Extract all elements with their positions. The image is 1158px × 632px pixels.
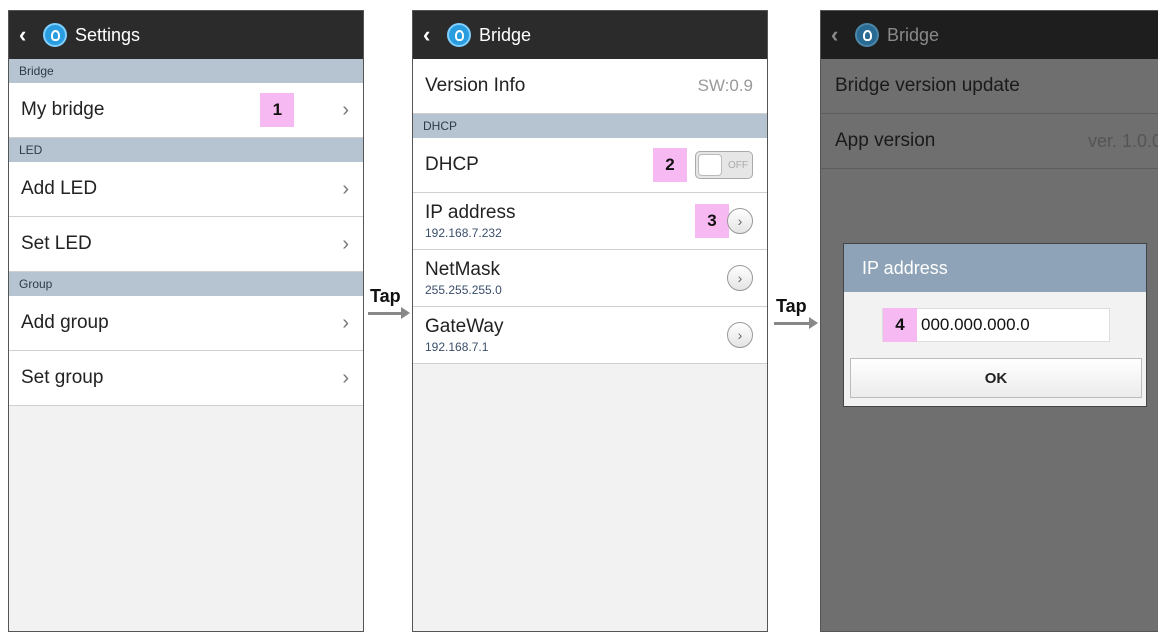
action-bar: ‹ Bridge [413,11,767,59]
list-item-add-group[interactable]: Add group › [9,296,363,351]
gateway-label: GateWay [425,316,504,337]
back-arrow-icon[interactable]: ‹ [19,22,37,48]
ok-button[interactable]: OK [850,358,1142,398]
list-item-my-bridge[interactable]: My bridge 1 › [9,83,363,138]
dhcp-label: DHCP [425,154,479,175]
app-bulb-icon [43,23,67,47]
gateway-value: 192.168.7.1 [425,340,489,354]
netmask-value: 255.255.255.0 [425,283,502,297]
gateway-text: GateWay 192.168.7.1 [425,316,727,354]
section-header-bridge: Bridge [9,59,363,83]
circle-chevron-icon[interactable]: › [727,265,753,291]
netmask-text: NetMask 255.255.255.0 [425,259,727,297]
app-bulb-icon [447,23,471,47]
back-arrow-icon[interactable]: ‹ [423,22,441,48]
version-value: SW:0.9 [697,76,753,95]
settings-screen: ‹ Settings Bridge My bridge 1 › LED Add … [8,10,364,632]
list-item-set-led[interactable]: Set LED › [9,217,363,272]
chevron-right-icon: › [342,311,349,334]
bridge-screen: ‹ Bridge Version Info SW:0.9 DHCP DHCP 2… [412,10,768,632]
list-item-set-group[interactable]: Set group › [9,351,363,406]
app-version-row: App version ver. 1.0.0 [821,114,1158,169]
app-bulb-icon [855,23,879,47]
step-badge-4: 4 [883,308,917,342]
version-info-row: Version Info SW:0.9 [413,59,767,114]
tap-label-2: Tap [776,296,807,316]
step-badge-2: 2 [653,148,687,182]
toggle-state: OFF [728,159,748,171]
arrow-right-icon [774,317,818,329]
gateway-row[interactable]: GateWay 192.168.7.1 › [413,307,767,364]
bridge-dialog-screen: ‹ Bridge Bridge version update App versi… [820,10,1158,632]
tap-label-1: Tap [370,286,401,306]
screen-title: Bridge [479,24,532,45]
screen-title: Settings [75,24,141,45]
dhcp-toggle-switch[interactable]: OFF [695,151,753,179]
chevron-right-icon: › [342,177,349,200]
ip-address-dialog: IP address 4 000.000.000.0 OK [843,243,1147,407]
item-label: My bridge [21,99,105,120]
ip-address-text: IP address 192.168.7.232 [425,202,695,240]
circle-chevron-icon[interactable]: › [727,208,753,234]
ip-address-value: 192.168.7.232 [425,226,502,240]
arrow-right-icon [368,307,410,319]
ip-address-label: IP address [425,202,516,223]
ip-address-row[interactable]: IP address 192.168.7.232 3 › [413,193,767,250]
screen-title: Bridge [887,24,940,45]
back-arrow-icon: ‹ [831,22,839,47]
section-header-dhcp: DHCP [413,114,767,138]
section-header-led: LED [9,138,363,162]
chevron-right-icon: › [342,366,349,389]
dhcp-row: DHCP 2 OFF [413,138,767,193]
section-header-group: Group [9,272,363,296]
version-label: Version Info [425,75,526,96]
item-label: Set group [21,367,104,388]
ip-address-input-value: 000.000.000.0 [921,315,1030,334]
action-bar: ‹ Settings [9,11,363,59]
dialog-title: IP address [844,244,1146,292]
step-badge-3: 3 [695,204,729,238]
action-bar: ‹ Bridge [821,11,1158,59]
item-label: Set LED [21,233,92,254]
step-badge-1: 1 [260,93,295,127]
chevron-right-icon: › [342,98,349,121]
item-label: Add group [21,312,109,333]
toggle-knob [698,154,722,176]
chevron-right-icon: › [342,232,349,255]
list-item-add-led[interactable]: Add LED › [9,162,363,217]
netmask-label: NetMask [425,259,500,280]
app-version-value: ver. 1.0.0 [1087,130,1158,151]
item-label: Add LED [21,178,98,199]
circle-chevron-icon[interactable]: › [727,322,753,348]
netmask-row[interactable]: NetMask 255.255.255.0 › [413,250,767,307]
ip-address-input[interactable]: 4 000.000.000.0 [882,308,1110,342]
app-version-label: App version [835,130,936,151]
bridge-version-update-row: Bridge version update [821,59,1158,114]
bridge-version-update-label: Bridge version update [835,75,1020,96]
